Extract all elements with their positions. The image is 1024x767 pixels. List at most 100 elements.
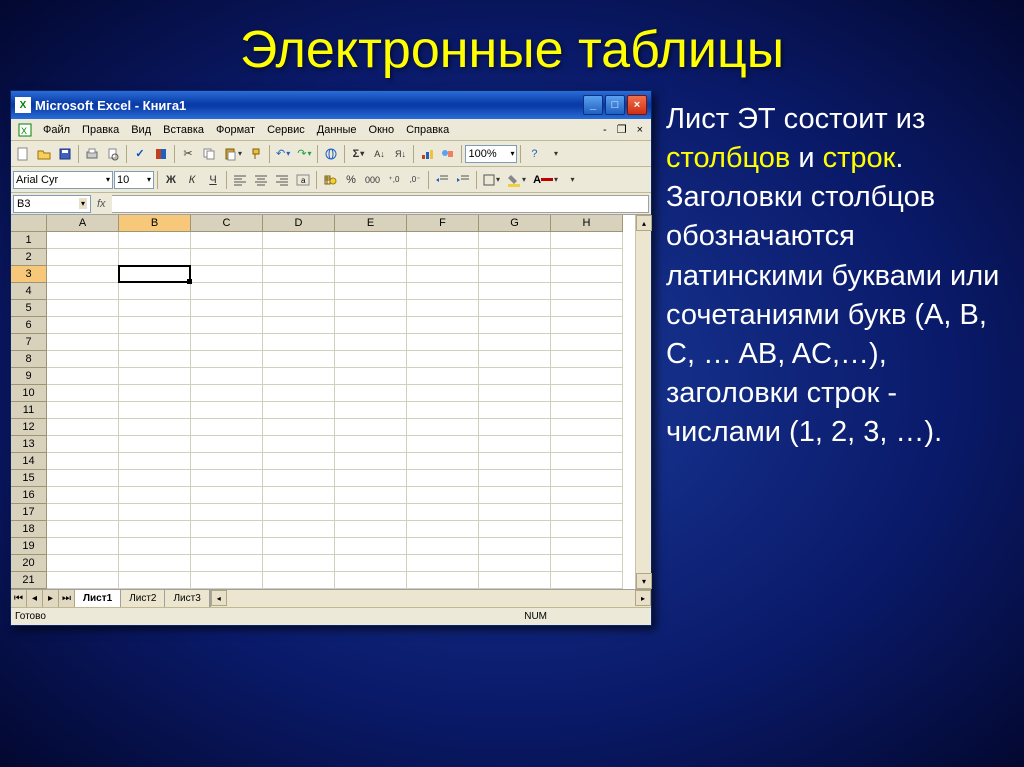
col-header-C[interactable]: C [191,215,263,232]
row-header[interactable]: 8 [11,351,47,368]
font-size-combo[interactable]: 10 ▾ [114,171,154,189]
cell[interactable] [119,283,191,300]
row-header[interactable]: 20 [11,555,47,572]
cell[interactable] [335,521,407,538]
cell[interactable] [407,470,479,487]
cell[interactable] [47,283,119,300]
cell[interactable] [119,453,191,470]
cell[interactable] [263,266,335,283]
italic-button[interactable]: К [182,170,202,190]
cell[interactable] [335,572,407,589]
cell[interactable] [47,402,119,419]
menu-help[interactable]: Справка [400,122,455,138]
cell[interactable] [47,385,119,402]
menu-file[interactable]: Файл [37,122,76,138]
cell[interactable] [407,572,479,589]
cell[interactable] [47,351,119,368]
cell[interactable] [191,266,263,283]
research-button[interactable] [151,144,171,164]
col-header-F[interactable]: F [407,215,479,232]
cell[interactable] [479,402,551,419]
menu-data[interactable]: Данные [311,122,363,138]
tab-first-button[interactable]: ⏮ [11,590,27,607]
cell[interactable] [407,402,479,419]
scroll-right-button[interactable]: ▸ [635,590,651,606]
row-header[interactable]: 17 [11,504,47,521]
cell[interactable] [263,470,335,487]
col-header-E[interactable]: E [335,215,407,232]
cell[interactable] [191,232,263,249]
cell[interactable] [407,249,479,266]
close-button[interactable]: × [627,95,647,115]
cell[interactable] [335,334,407,351]
cell[interactable] [479,334,551,351]
cell[interactable] [551,351,623,368]
decrease-indent-button[interactable] [432,170,452,190]
tab-last-button[interactable]: ⏭ [59,590,75,607]
row-header[interactable]: 6 [11,317,47,334]
underline-button[interactable]: Ч [203,170,223,190]
cell[interactable] [479,317,551,334]
sort-desc-button[interactable]: Я↓ [390,144,410,164]
cell[interactable] [191,368,263,385]
cell[interactable] [191,283,263,300]
row-header[interactable]: 1 [11,232,47,249]
cell[interactable] [407,453,479,470]
cell[interactable] [551,419,623,436]
cell[interactable] [191,419,263,436]
cell[interactable] [551,470,623,487]
cell[interactable] [335,555,407,572]
open-button[interactable] [34,144,54,164]
row-header[interactable]: 7 [11,334,47,351]
cell[interactable] [191,470,263,487]
cell[interactable] [479,538,551,555]
menu-insert[interactable]: Вставка [157,122,210,138]
cell[interactable] [119,504,191,521]
cell[interactable] [479,368,551,385]
cell[interactable] [191,487,263,504]
col-header-A[interactable]: A [47,215,119,232]
cell[interactable] [191,572,263,589]
cell[interactable] [479,385,551,402]
cell[interactable] [119,249,191,266]
sheet-tab-2[interactable]: Лист2 [121,590,165,607]
select-all-corner[interactable] [11,215,47,232]
cell[interactable] [335,487,407,504]
cell[interactable] [119,538,191,555]
row-header[interactable]: 18 [11,521,47,538]
row-header[interactable]: 5 [11,300,47,317]
cell[interactable] [119,300,191,317]
row-header[interactable]: 3 [11,266,47,283]
cell[interactable] [335,232,407,249]
cell[interactable] [479,419,551,436]
col-header-B[interactable]: B [119,215,191,232]
cell[interactable] [47,300,119,317]
cell[interactable] [263,283,335,300]
hyperlink-button[interactable] [321,144,341,164]
align-center-button[interactable] [251,170,271,190]
cell[interactable] [263,232,335,249]
cell[interactable] [551,521,623,538]
align-left-button[interactable] [230,170,250,190]
cell[interactable] [263,351,335,368]
cell[interactable] [191,385,263,402]
cell[interactable] [335,453,407,470]
cell[interactable] [335,402,407,419]
cell[interactable] [47,521,119,538]
cell[interactable] [191,436,263,453]
col-header-G[interactable]: G [479,215,551,232]
menu-format[interactable]: Формат [210,122,261,138]
row-header[interactable]: 14 [11,453,47,470]
cell[interactable] [551,385,623,402]
cell[interactable] [47,487,119,504]
cell[interactable] [47,334,119,351]
cell[interactable] [47,555,119,572]
undo-button[interactable]: ↶▾ [273,144,293,164]
cell[interactable] [191,334,263,351]
cell[interactable] [551,283,623,300]
menu-edit[interactable]: Правка [76,122,125,138]
new-button[interactable] [13,144,33,164]
grid-body[interactable]: 123456789101112131415161718192021 [11,232,651,589]
cell[interactable] [47,232,119,249]
save-button[interactable] [55,144,75,164]
